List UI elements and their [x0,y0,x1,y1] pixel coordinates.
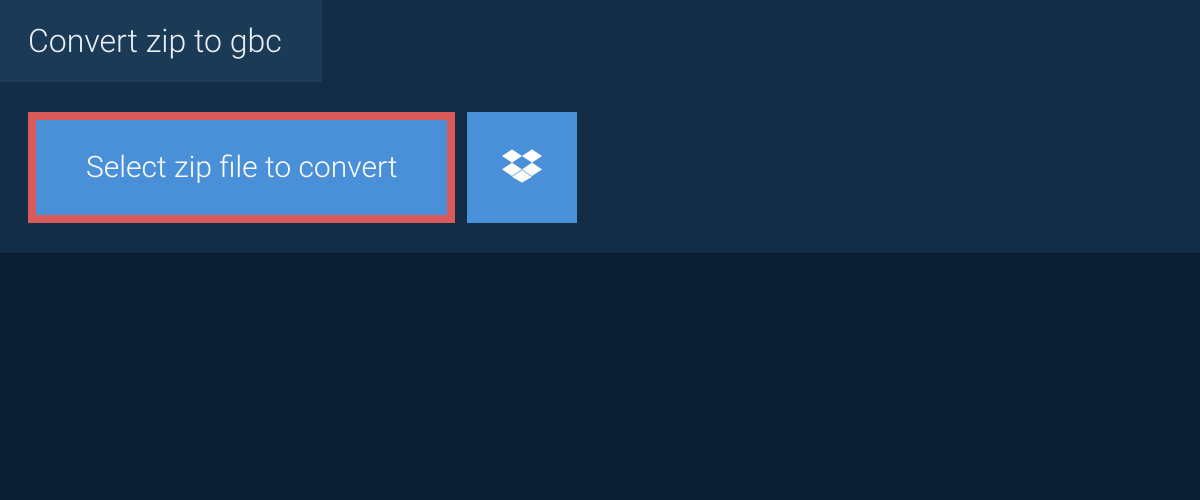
dropbox-icon [502,146,542,190]
converter-panel: Convert zip to gbc Select zip file to co… [0,0,1200,253]
page-title: Convert zip to gbc [28,22,282,60]
action-row: Select zip file to convert [28,112,1200,223]
tab-header: Convert zip to gbc [0,0,322,82]
dropbox-button[interactable] [467,112,577,223]
select-file-button[interactable]: Select zip file to convert [28,112,455,223]
select-file-label: Select zip file to convert [86,150,397,185]
